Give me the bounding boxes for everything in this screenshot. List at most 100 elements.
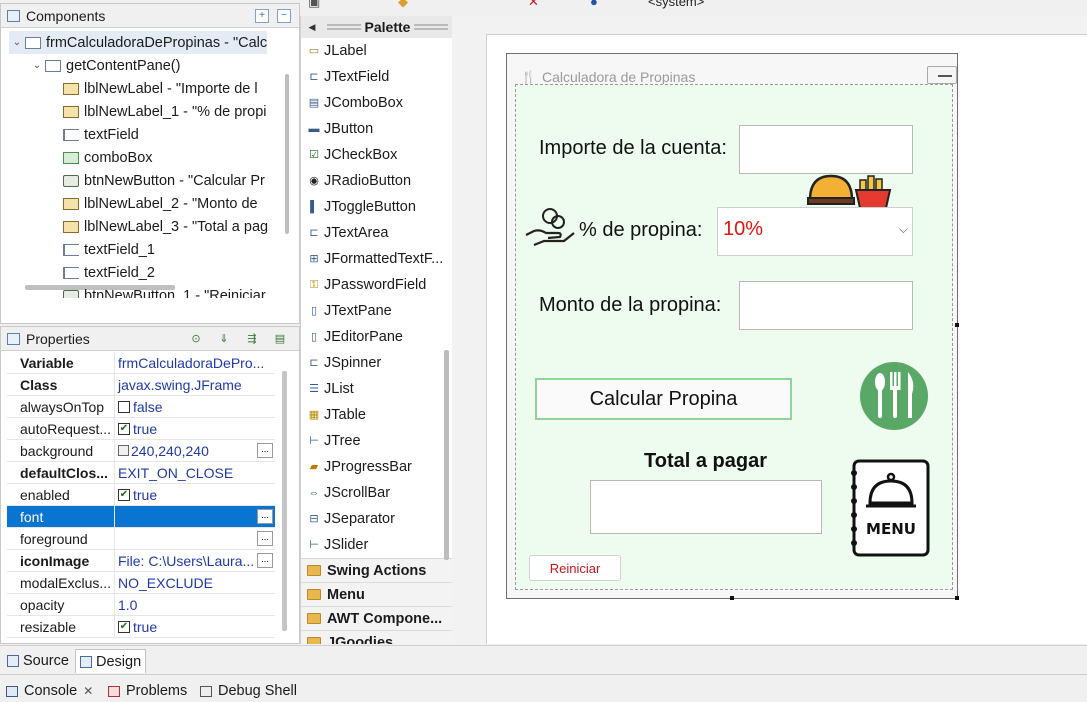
- tree-node[interactable]: ⌄ frmCalculadoraDePropinas - "Calc: [9, 31, 268, 54]
- palette-category[interactable]: JGoodies: [301, 630, 452, 644]
- expand-toggle-icon[interactable]: ⌄: [9, 37, 25, 48]
- expand-toggle-icon[interactable]: ⌄: [29, 60, 45, 71]
- toolbar-arrow-icon[interactable]: ◆: [398, 0, 408, 10]
- palette-item[interactable]: ▬ JButton: [301, 116, 452, 142]
- tree-node[interactable]: ⌄ getContentPane(): [29, 54, 181, 77]
- property-value[interactable]: false: [115, 396, 275, 417]
- property-row[interactable]: modalExclus... NO_EXCLUDE: [7, 572, 275, 594]
- restore-default-icon[interactable]: ▤: [273, 332, 287, 346]
- tree-node[interactable]: lblNewLabel_2 - "Monto de: [63, 192, 258, 215]
- palette-item[interactable]: ⊟ JSeparator: [301, 506, 452, 532]
- tab-design[interactable]: Design: [75, 649, 147, 673]
- checkbox-icon[interactable]: ✔: [118, 620, 130, 633]
- property-row[interactable]: resizable ✔ true: [7, 616, 275, 638]
- property-row[interactable]: foreground...: [7, 528, 275, 550]
- property-row[interactable]: enabled ✔ true: [7, 484, 275, 506]
- tree-node[interactable]: comboBox: [63, 146, 153, 169]
- property-value[interactable]: ...: [115, 528, 275, 549]
- resize-handle-corner[interactable]: [955, 596, 959, 600]
- resize-handle-bottom[interactable]: [730, 596, 734, 600]
- palette-item[interactable]: ⚿ JPasswordField: [301, 272, 452, 298]
- property-value[interactable]: javax.swing.JFrame: [115, 374, 275, 395]
- collapse-palette-icon[interactable]: ◀: [301, 22, 323, 33]
- ellipsis-button[interactable]: ...: [257, 509, 273, 524]
- palette-item[interactable]: ▯ JEditorPane: [301, 324, 452, 350]
- toolbar-icon[interactable]: ▣: [308, 0, 320, 10]
- checkbox-icon[interactable]: ✔: [118, 488, 130, 501]
- property-row[interactable]: alwaysOnTop false: [7, 396, 275, 418]
- resize-handle-right[interactable]: [955, 323, 959, 327]
- palette-category[interactable]: Menu: [301, 582, 452, 606]
- property-value[interactable]: ✔ true: [115, 418, 275, 439]
- ellipsis-button[interactable]: ...: [257, 531, 273, 546]
- calcular-button[interactable]: Calcular Propina: [535, 378, 792, 420]
- propina-combobox[interactable]: 10% ⌵: [717, 207, 913, 256]
- minimize-button[interactable]: [927, 66, 957, 84]
- tree-node[interactable]: lblNewLabel_1 - "% de propi: [63, 100, 266, 123]
- property-row[interactable]: defaultClos... EXIT_ON_CLOSE: [7, 462, 275, 484]
- property-row[interactable]: autoRequest... ✔ true: [7, 418, 275, 440]
- globe-icon[interactable]: ●: [590, 0, 598, 9]
- delete-icon[interactable]: ✕: [528, 0, 539, 10]
- tree-node[interactable]: btnNewButton_1 - "Reiniciar: [63, 284, 266, 298]
- tree-node[interactable]: btnNewButton - "Calcular Pr: [63, 169, 265, 192]
- importe-field[interactable]: [739, 125, 913, 174]
- expand-all-icon[interactable]: +: [255, 8, 269, 23]
- palette-category[interactable]: AWT Compone...: [301, 606, 452, 630]
- property-row[interactable]: iconImage File: C:\Users\Laura......: [7, 550, 275, 572]
- palette-item[interactable]: ▭ JLabel: [301, 38, 452, 64]
- checkbox-icon[interactable]: ✔: [118, 422, 130, 435]
- palette-item[interactable]: ☰ JList: [301, 376, 452, 402]
- tab-debug-shell[interactable]: Debug Shell: [200, 681, 297, 701]
- palette-item[interactable]: ⇔ JScrollBar: [301, 480, 452, 506]
- palette-item[interactable]: ⊞ JFormattedTextF...: [301, 246, 452, 272]
- content-pane[interactable]: Importe de la cuenta: % de propina: 10% …: [515, 84, 953, 590]
- property-value[interactable]: ...: [115, 506, 275, 527]
- close-icon[interactable]: ✕: [83, 684, 93, 698]
- goto-definition-icon[interactable]: ⇓: [217, 332, 231, 346]
- ellipsis-button[interactable]: ...: [257, 553, 273, 568]
- system-lookfeel[interactable]: <system>: [648, 0, 704, 9]
- collapse-all-icon[interactable]: −: [277, 8, 291, 23]
- tree-node[interactable]: lblNewLabel_3 - "Total a pag: [63, 215, 268, 238]
- palette-scrollbar[interactable]: [444, 350, 449, 560]
- monto-field[interactable]: [739, 281, 913, 330]
- palette-item[interactable]: ☑ JCheckBox: [301, 142, 452, 168]
- property-value[interactable]: NO_EXCLUDE: [115, 572, 275, 593]
- property-row[interactable]: Variable frmCalculadoraDePro...: [7, 352, 275, 374]
- chevron-down-icon[interactable]: ⌵: [899, 222, 908, 237]
- palette-item[interactable]: ▦ JTable: [301, 402, 452, 428]
- properties-scrollbar[interactable]: [282, 371, 287, 631]
- reiniciar-button[interactable]: Reiniciar: [529, 555, 621, 581]
- palette-item[interactable]: ⊏ JTextArea: [301, 220, 452, 246]
- property-row[interactable]: background 240,240,240...: [7, 440, 275, 462]
- palette-item[interactable]: ▤ JComboBox: [301, 90, 452, 116]
- tab-source[interactable]: Source: [3, 649, 73, 673]
- property-value[interactable]: frmCalculadoraDePro...: [115, 352, 275, 373]
- tree-node[interactable]: textField_2: [63, 261, 155, 284]
- tree-vertical-scrollbar[interactable]: [285, 74, 289, 234]
- tab-console[interactable]: Console ✕: [6, 681, 93, 701]
- palette-item[interactable]: ▌ JToggleButton: [301, 194, 452, 220]
- tree-node[interactable]: textField_1: [63, 238, 155, 261]
- palette-item[interactable]: ⊢ JTree: [301, 428, 452, 454]
- show-advanced-icon[interactable]: ⇶: [245, 332, 259, 346]
- property-value[interactable]: ✔ true: [115, 484, 275, 505]
- palette-item[interactable]: ▯ JTextPane: [301, 298, 452, 324]
- palette-item[interactable]: ◉ JRadioButton: [301, 168, 452, 194]
- palette-item[interactable]: ⊏ JSpinner: [301, 350, 452, 376]
- property-row[interactable]: font...: [7, 506, 275, 528]
- property-value[interactable]: 240,240,240...: [115, 440, 275, 461]
- property-value[interactable]: ✔ true: [115, 616, 275, 637]
- ellipsis-button[interactable]: ...: [257, 443, 273, 458]
- tree-node[interactable]: textField: [63, 123, 139, 146]
- palette-item[interactable]: ⊏ JTextField: [301, 64, 452, 90]
- palette-item[interactable]: ⊢ JSlider: [301, 532, 452, 558]
- show-events-icon[interactable]: ⊙: [189, 332, 203, 346]
- tree-node[interactable]: lblNewLabel - "Importe de l: [63, 77, 258, 100]
- checkbox-icon[interactable]: [118, 400, 130, 413]
- property-row[interactable]: Class javax.swing.JFrame: [7, 374, 275, 396]
- property-value[interactable]: 1.0: [115, 594, 275, 615]
- tab-problems[interactable]: Problems: [108, 681, 187, 701]
- total-field[interactable]: [590, 480, 822, 534]
